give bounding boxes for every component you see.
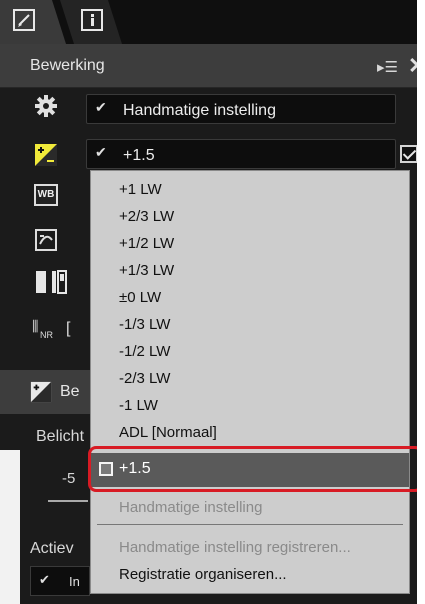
list-item[interactable]: -1/3 LW <box>119 316 170 333</box>
nr-label: NR <box>40 330 53 340</box>
exposure-label: Belicht <box>36 428 85 445</box>
left-background-strip <box>0 450 20 604</box>
slider-min-label: -5 <box>62 470 76 487</box>
levels-icon <box>36 270 67 294</box>
picture-control-icon <box>35 229 57 251</box>
edit-icon <box>13 9 35 31</box>
subpanel-header: Be <box>0 370 90 414</box>
list-item[interactable]: -2/3 LW <box>119 370 170 387</box>
highlight-frame <box>88 446 423 492</box>
list-item[interactable]: +2/3 LW <box>119 208 174 225</box>
list-divider <box>97 524 403 525</box>
list-item[interactable]: ADL [Normaal] <box>119 424 217 441</box>
edit-panel: Bewerking ▸☰ ✕ ✔ Handmatige instelling ✔… <box>0 0 425 604</box>
exposure-dropdown[interactable]: ✔ +1.5 <box>86 139 396 169</box>
active-dropdown[interactable]: ✔ In <box>30 566 90 596</box>
right-margin <box>417 0 425 604</box>
list-item[interactable]: -1 LW <box>119 397 158 414</box>
tab-info[interactable] <box>60 0 122 44</box>
tab-strip <box>0 0 425 44</box>
active-label: Actiev <box>30 540 74 557</box>
chevron-down-icon: ✔ <box>95 99 107 115</box>
chevron-down-icon: ✔ <box>95 144 107 160</box>
exposure-value: +1.5 <box>123 147 155 164</box>
panel-menu-icon[interactable]: ▸☰ <box>377 58 398 76</box>
list-item[interactable]: ±0 LW <box>119 289 161 306</box>
list-item[interactable]: +1/3 LW <box>119 262 174 279</box>
exposure-slider[interactable] <box>48 500 88 502</box>
list-item[interactable]: +1/2 LW <box>119 235 174 252</box>
nr-bars-icon: ⫼ <box>32 318 39 334</box>
manual-setting-item: Handmatige instelling <box>119 499 263 516</box>
gear-icon <box>35 95 57 117</box>
info-icon <box>81 9 103 31</box>
register-manual-item: Handmatige instelling registreren... <box>119 539 351 556</box>
list-item[interactable]: +1 LW <box>119 181 162 198</box>
active-value: In <box>69 574 80 589</box>
list-item[interactable]: -1/2 LW <box>119 343 170 360</box>
nr-bracket-icon: [ <box>66 320 71 337</box>
exposure-comp-icon <box>30 381 52 403</box>
wb-label: WB <box>37 189 55 200</box>
exposure-dropdown-list: +1 LW +2/3 LW +1/2 LW +1/3 LW ±0 LW -1/3… <box>90 170 410 594</box>
tab-edit[interactable] <box>0 0 66 44</box>
panel-header: Bewerking ▸☰ ✕ <box>0 44 425 88</box>
exposure-enable-checkbox[interactable] <box>400 145 418 163</box>
panel-title: Bewerking <box>30 57 105 74</box>
subpanel-title: Be <box>60 383 80 400</box>
settings-dropdown[interactable]: ✔ Handmatige instelling <box>86 94 396 124</box>
organize-registration-item[interactable]: Registratie organiseren... <box>119 566 287 583</box>
noise-reduction-icon: ⫼ NR [ <box>30 318 86 344</box>
wb-icon: WB <box>34 184 58 206</box>
chevron-down-icon: ✔ <box>39 572 50 587</box>
settings-value: Handmatige instelling <box>123 102 276 119</box>
exposure-comp-icon <box>35 144 57 166</box>
